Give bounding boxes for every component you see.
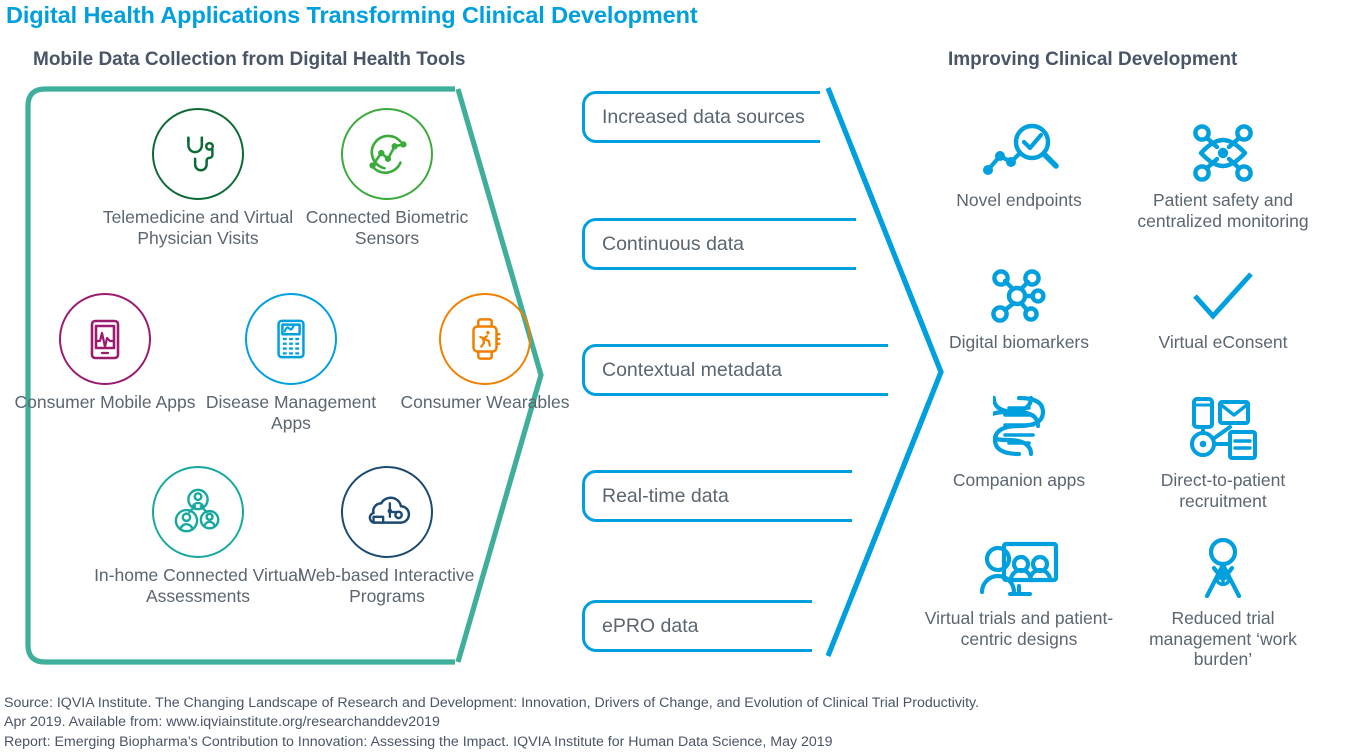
- tool-label: Consumer Mobile Apps: [14, 392, 196, 412]
- benefit-item-reduced-trial-management[interactable]: Reduced trial management ‘work burden’: [1123, 528, 1323, 670]
- tool-item-disease-management-apps[interactable]: Disease Management Apps: [186, 293, 396, 433]
- funnel-item-label: Continuous data: [602, 232, 745, 255]
- clinician-icon: [1123, 528, 1323, 602]
- tool-item-consumer-wearables[interactable]: Consumer Wearables: [380, 293, 590, 413]
- benefit-label: Virtual trials and patient-centric desig…: [924, 608, 1114, 649]
- connected-people-icon: [152, 466, 244, 558]
- phone-mail-document-icon: [1123, 390, 1323, 464]
- tool-item-consumer-mobile-apps[interactable]: Consumer Mobile Apps: [0, 293, 210, 413]
- virtual-meeting-icon: [919, 528, 1119, 602]
- benefit-item-direct-to-patient[interactable]: Direct-to-patient recruitment: [1123, 390, 1323, 511]
- tool-label: Disease Management Apps: [205, 392, 377, 433]
- tool-label: Connected Biometric Sensors: [305, 207, 469, 248]
- mobile-vitals-icon: [59, 293, 151, 385]
- dna-helix-icon: [919, 390, 1119, 464]
- benefit-item-patient-safety[interactable]: Patient safety and centralized monitorin…: [1123, 110, 1323, 231]
- benefit-item-digital-biomarkers[interactable]: Digital biomarkers: [919, 252, 1119, 353]
- smartwatch-runner-icon: [439, 293, 531, 385]
- benefit-label: Reduced trial management ‘work burden’: [1149, 608, 1297, 669]
- benefit-item-companion-apps[interactable]: Companion apps: [919, 390, 1119, 491]
- tool-label: In-home Connected Virtual Assessments: [94, 565, 302, 606]
- stethoscope-icon: [152, 108, 244, 200]
- benefit-item-virtual-trials[interactable]: Virtual trials and patient-centric desig…: [919, 528, 1119, 649]
- tool-item-in-home-assessments[interactable]: In-home Connected Virtual Assessments: [93, 466, 303, 606]
- funnel-item-label: Increased data sources: [602, 105, 805, 128]
- pill-clip-mask-5: [812, 595, 902, 657]
- pill-clip-mask-1: [820, 86, 910, 148]
- tool-item-telemedicine[interactable]: Telemedicine and Virtual Physician Visit…: [93, 108, 303, 248]
- footer-line-2: Apr 2019. Available from: www.iqviainsti…: [4, 714, 440, 731]
- molecule-node-icon: [919, 252, 1119, 326]
- funnel-item-label: Contextual metadata: [602, 358, 782, 381]
- funnel-item-label: ePRO data: [602, 614, 699, 637]
- biometric-trend-icon: [341, 108, 433, 200]
- checkmark-icon: [1123, 252, 1323, 326]
- tool-label: Consumer Wearables: [400, 392, 570, 412]
- eye-network-icon: [1123, 110, 1323, 184]
- right-panel-title: Improving Clinical Development: [948, 49, 1238, 70]
- cloud-network-icon: [341, 466, 433, 558]
- page-title: Digital Health Applications Transforming…: [6, 2, 698, 28]
- benefit-label: Novel endpoints: [956, 190, 1082, 210]
- funnel-item-label: Real-time data: [602, 484, 729, 507]
- infographic-canvas: Digital Health Applications Transforming…: [0, 0, 1352, 755]
- tool-label: Web-based Interactive Programs: [299, 565, 475, 606]
- tool-item-biometric-sensors[interactable]: Connected Biometric Sensors: [282, 108, 492, 248]
- benefit-label: Patient safety and centralized monitorin…: [1137, 190, 1309, 231]
- tool-item-web-based-programs[interactable]: Web-based Interactive Programs: [282, 466, 492, 606]
- footer-line-1: Source: IQVIA Institute. The Changing La…: [4, 695, 980, 711]
- tool-label: Telemedicine and Virtual Physician Visit…: [102, 207, 294, 248]
- benefit-item-novel-endpoints[interactable]: Novel endpoints: [919, 110, 1119, 211]
- endpoint-magnifier-icon: [919, 110, 1119, 184]
- benefit-label: Digital biomarkers: [948, 332, 1090, 352]
- benefit-label: Companion apps: [952, 470, 1086, 490]
- calculator-icon: [245, 293, 337, 385]
- footer-source: Source: IQVIA Institute. The Changing La…: [4, 694, 1348, 752]
- benefit-label: Direct-to-patient recruitment: [1160, 470, 1286, 511]
- left-panel-title: Mobile Data Collection from Digital Heal…: [33, 49, 466, 70]
- benefit-item-virtual-econsent[interactable]: Virtual eConsent: [1123, 252, 1323, 353]
- benefit-label: Virtual eConsent: [1158, 332, 1288, 352]
- footer-line-3: Report: Emerging Biopharma’s Contributio…: [4, 733, 833, 750]
